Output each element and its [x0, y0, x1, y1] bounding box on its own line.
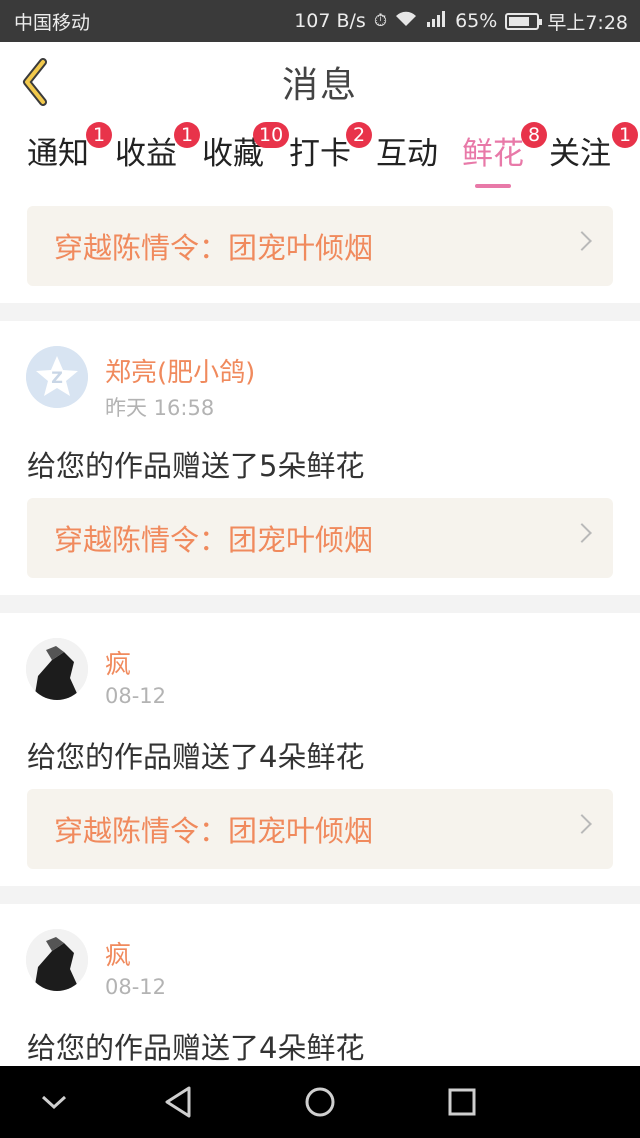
back-button[interactable]: [10, 56, 60, 108]
page-title: 消息: [281, 65, 358, 106]
avatar[interactable]: [26, 638, 88, 700]
work-title: 穿越陈情令：团宠叶倾烟: [54, 814, 374, 848]
tab-bar: 通知 1 收益 1 收藏 10 打卡 2 互动 鲜花 8 关注 1: [0, 122, 640, 190]
message-time: 08-12: [105, 975, 167, 999]
user-name[interactable]: 疯: [105, 935, 131, 972]
default-avatar-icon: Z: [26, 346, 88, 408]
section-gap: [0, 303, 640, 321]
tab-label: 打卡: [289, 136, 351, 172]
tab-label: 鲜花: [462, 136, 524, 172]
alarm-icon: ⏱: [373, 11, 388, 31]
tab-flowers[interactable]: 鲜花 8: [453, 122, 547, 188]
tab-notifications[interactable]: 通知 1: [18, 122, 112, 188]
chevron-down-icon: [41, 1095, 67, 1110]
tab-label: 互动: [376, 136, 438, 172]
carrier-label: 中国移动: [14, 11, 91, 34]
avatar[interactable]: Z: [26, 346, 88, 408]
tab-label: 关注: [549, 136, 611, 172]
message-text: 给您的作品赠送了4朵鲜花: [27, 740, 365, 774]
unread-badge: 1: [612, 122, 638, 148]
network-speed: 107 B/s: [294, 10, 366, 32]
section-gap: [0, 595, 640, 613]
back-nav-button[interactable]: [138, 1066, 218, 1138]
user-photo-icon: [26, 929, 88, 991]
triangle-back-icon: [165, 1086, 191, 1118]
wifi-icon: [395, 11, 417, 32]
user-name[interactable]: 郑亮(肥小鸽): [105, 352, 255, 389]
tab-interaction[interactable]: 互动: [367, 132, 447, 188]
message-text: 给您的作品赠送了5朵鲜花: [27, 449, 365, 483]
active-tab-indicator: [475, 184, 511, 188]
square-recents-icon: [448, 1088, 476, 1116]
work-title: 穿越陈情令：团宠叶倾烟: [54, 523, 374, 557]
system-nav-bar: [0, 1066, 640, 1138]
hide-nav-button[interactable]: [14, 1066, 94, 1138]
status-indicators: 107 B/s ⏱ 65% 早上7:28: [294, 8, 628, 35]
message-text: 给您的作品赠送了4朵鲜花: [27, 1031, 365, 1065]
tab-checkin[interactable]: 打卡 2: [280, 122, 372, 188]
avatar[interactable]: [26, 929, 88, 991]
home-nav-button[interactable]: [280, 1066, 360, 1138]
work-title: 穿越陈情令：团宠叶倾烟: [54, 231, 374, 265]
message-time: 08-12: [105, 684, 167, 708]
chevron-right-icon: [572, 523, 592, 543]
tab-following[interactable]: 关注 1: [540, 122, 638, 188]
user-name[interactable]: 疯: [105, 644, 131, 681]
svg-text:Z: Z: [51, 368, 63, 387]
tab-label: 通知: [27, 136, 89, 172]
clock: 早上7:28: [547, 11, 628, 34]
chevron-right-icon: [572, 814, 592, 834]
work-link[interactable]: 穿越陈情令：团宠叶倾烟: [27, 206, 613, 286]
tab-label: 收益: [115, 136, 177, 172]
nav-header: 消息: [0, 42, 640, 122]
status-bar: 中国移动 107 B/s ⏱ 65% 早上7:28: [0, 0, 640, 42]
battery-icon: [505, 12, 543, 30]
chevron-right-icon: [572, 231, 592, 251]
section-gap: [0, 886, 640, 904]
circle-home-icon: [305, 1087, 335, 1117]
message-time: 昨天 16:58: [105, 396, 215, 420]
work-link[interactable]: 穿越陈情令：团宠叶倾烟: [27, 789, 613, 869]
chevron-left-icon: [23, 58, 47, 106]
recents-nav-button[interactable]: [422, 1066, 502, 1138]
tab-favorites[interactable]: 收藏 10: [193, 122, 290, 188]
tab-earnings[interactable]: 收益 1: [106, 122, 200, 188]
signal-icon: [425, 10, 447, 32]
user-photo-icon: [26, 638, 88, 700]
battery-percent: 65%: [455, 10, 498, 32]
work-link[interactable]: 穿越陈情令：团宠叶倾烟: [27, 498, 613, 578]
